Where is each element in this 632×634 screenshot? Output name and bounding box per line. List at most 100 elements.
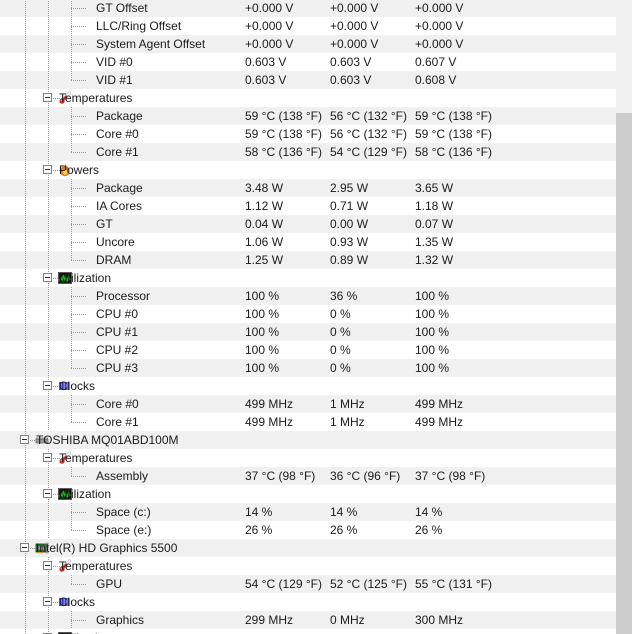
table-row[interactable]: Package 3.48 W 2.95 W 3.65 W xyxy=(0,179,616,197)
sensor-value-col2: 14 % xyxy=(415,505,443,519)
table-row[interactable]: Assembly 37 °C (98 °F) 36 °C (96 °F) 37 °C … xyxy=(0,467,616,485)
sensor-value-col0: 14 % xyxy=(245,505,273,519)
tree-connector xyxy=(71,35,87,53)
sensor-value-col2: 1.18 W xyxy=(415,199,454,213)
tree-expander-collapse[interactable] xyxy=(43,381,52,390)
table-row[interactable]: TOSHIBA MQ01ABD100M xyxy=(0,431,616,449)
table-row[interactable]: Utilization xyxy=(0,485,616,503)
tree-guide-line xyxy=(48,521,49,539)
tree-node-label: Clocks xyxy=(59,595,96,609)
table-row[interactable]: Uncore 1.06 W 0.93 W 1.35 W xyxy=(0,233,616,251)
table-row[interactable]: Processor 100 % 36 % 100 % xyxy=(0,287,616,305)
tree-guide-line xyxy=(25,323,26,341)
table-row[interactable]: GT 0.04 W 0.00 W 0.07 W xyxy=(0,215,616,233)
sensor-name: LLC/Ring Offset xyxy=(96,19,182,33)
table-row[interactable]: DRAM 1.25 W 0.89 W 1.32 W xyxy=(0,251,616,269)
tree-guide-line xyxy=(25,125,26,143)
tree-guide-line xyxy=(25,197,26,215)
tree-guide-line xyxy=(48,305,49,323)
sensor-name: Space (c:) xyxy=(96,505,151,519)
sensor-name: Processor xyxy=(96,289,151,303)
table-row[interactable]: Core #0 59 °C (138 °F) 56 °C (132 °F) 59 °C… xyxy=(0,125,616,143)
table-row[interactable]: CPU #1 100 % 0 % 100 % xyxy=(0,323,616,341)
sensor-value-col2: 0.608 V xyxy=(415,73,457,87)
table-row[interactable]: Clocks xyxy=(0,377,616,395)
tree-expander-collapse[interactable] xyxy=(20,543,29,552)
tree-guide-line xyxy=(48,395,49,413)
tree-expander-collapse[interactable] xyxy=(43,597,52,606)
table-row[interactable]: Powers xyxy=(0,161,616,179)
tree-guide-line xyxy=(48,0,49,17)
table-row[interactable]: Intel(R) HD Graphics 5500 xyxy=(0,539,616,557)
tree-expander-collapse[interactable] xyxy=(43,93,52,102)
sensor-value-col0: 499 MHz xyxy=(245,397,294,411)
sensor-value-col1: 0 % xyxy=(330,307,351,321)
sensor-value-col1: 1 MHz xyxy=(330,397,365,411)
table-row[interactable]: Core #0 499 MHz 1 MHz 499 MHz xyxy=(0,395,616,413)
sensor-name: VID #0 xyxy=(96,55,133,69)
vertical-scrollbar[interactable] xyxy=(616,0,632,634)
sensor-value-col2: 499 MHz xyxy=(415,415,464,429)
table-row[interactable]: CPU #2 100 % 0 % 100 % xyxy=(0,341,616,359)
tree-guide-line xyxy=(25,557,26,575)
sensor-value-col1: 2.95 W xyxy=(330,181,369,195)
tree-connector xyxy=(71,287,87,305)
sensor-value-col1: 14 % xyxy=(330,505,358,519)
tree-guide-line xyxy=(25,305,26,323)
tree-connector xyxy=(71,503,87,521)
table-row[interactable]: Utilization xyxy=(0,269,616,287)
tree-guide-line xyxy=(48,341,49,359)
sensor-value-col0: 100 % xyxy=(245,325,280,339)
table-row[interactable]: CPU #0 100 % 0 % 100 % xyxy=(0,305,616,323)
tree-connector xyxy=(71,17,87,35)
sensor-name: Assembly xyxy=(96,469,149,483)
tree-guide-line xyxy=(25,215,26,233)
tree-guide-line xyxy=(25,575,26,593)
table-row[interactable]: Utilization xyxy=(0,629,616,634)
sensor-name: Core #0 xyxy=(96,127,139,141)
tree-expander-collapse[interactable] xyxy=(43,273,52,282)
table-row[interactable]: Temperatures xyxy=(0,89,616,107)
sensor-value-col0: 100 % xyxy=(245,289,280,303)
sensor-tree-grid[interactable]: GT Offset +0.000 V +0.000 V +0.000 V LLC/Rin… xyxy=(0,0,616,634)
table-row[interactable]: GPU 54 °C (129 °F) 52 °C (125 °F) 55 °C (13… xyxy=(0,575,616,593)
table-row[interactable]: System Agent Offset +0.000 V +0.000 V +0.00… xyxy=(0,35,616,53)
table-row[interactable]: Temperatures xyxy=(0,557,616,575)
tree-guide-line xyxy=(25,0,26,17)
tree-connector xyxy=(71,521,87,539)
tree-expander-collapse[interactable] xyxy=(43,561,52,570)
tree-expander-collapse[interactable] xyxy=(43,165,52,174)
tree-connector xyxy=(71,0,87,17)
tree-guide-line xyxy=(25,395,26,413)
table-row[interactable]: Space (c:) 14 % 14 % 14 % xyxy=(0,503,616,521)
table-row[interactable]: Package 59 °C (138 °F) 56 °C (132 °F) 59 °C… xyxy=(0,107,616,125)
table-row[interactable]: Graphics 299 MHz 0 MHz 300 MHz xyxy=(0,611,616,629)
table-row[interactable]: IA Cores 1.12 W 0.71 W 1.18 W xyxy=(0,197,616,215)
tree-expander-collapse[interactable] xyxy=(20,435,29,444)
vertical-scrollbar-thumb[interactable] xyxy=(616,113,632,634)
sensor-name: IA Cores xyxy=(96,199,143,213)
sensor-value-col1: 0.71 W xyxy=(330,199,369,213)
table-row[interactable]: GT Offset +0.000 V +0.000 V +0.000 V xyxy=(0,0,616,17)
table-row[interactable]: VID #1 0.603 V 0.603 V 0.608 V xyxy=(0,71,616,89)
tree-guide-line xyxy=(25,611,26,629)
sensor-value-col2: 0.07 W xyxy=(415,217,454,231)
table-row[interactable]: Space (e:) 26 % 26 % 26 % xyxy=(0,521,616,539)
tree-connector xyxy=(71,233,87,251)
table-row[interactable]: Clocks xyxy=(0,593,616,611)
tree-guide-line xyxy=(48,143,49,161)
sensor-name: CPU #0 xyxy=(96,307,139,321)
tree-guide-line xyxy=(25,35,26,53)
table-row[interactable]: Core #1 58 °C (136 °F) 54 °C (129 °F) 58 °C… xyxy=(0,143,616,161)
tree-expander-collapse[interactable] xyxy=(43,453,52,462)
table-row[interactable]: LLC/Ring Offset +0.000 V +0.000 V +0.000 V xyxy=(0,17,616,35)
tree-expander-collapse[interactable] xyxy=(43,489,52,498)
sensor-name: Package xyxy=(96,181,143,195)
tree-connector xyxy=(71,179,87,197)
table-row[interactable]: Temperatures xyxy=(0,449,616,467)
tree-guide-line xyxy=(25,143,26,161)
table-row[interactable]: CPU #3 100 % 0 % 100 % xyxy=(0,359,616,377)
table-row[interactable]: Core #1 499 MHz 1 MHz 499 MHz xyxy=(0,413,616,431)
sensor-value-col0: 100 % xyxy=(245,307,280,321)
table-row[interactable]: VID #0 0.603 V 0.603 V 0.607 V xyxy=(0,53,616,71)
